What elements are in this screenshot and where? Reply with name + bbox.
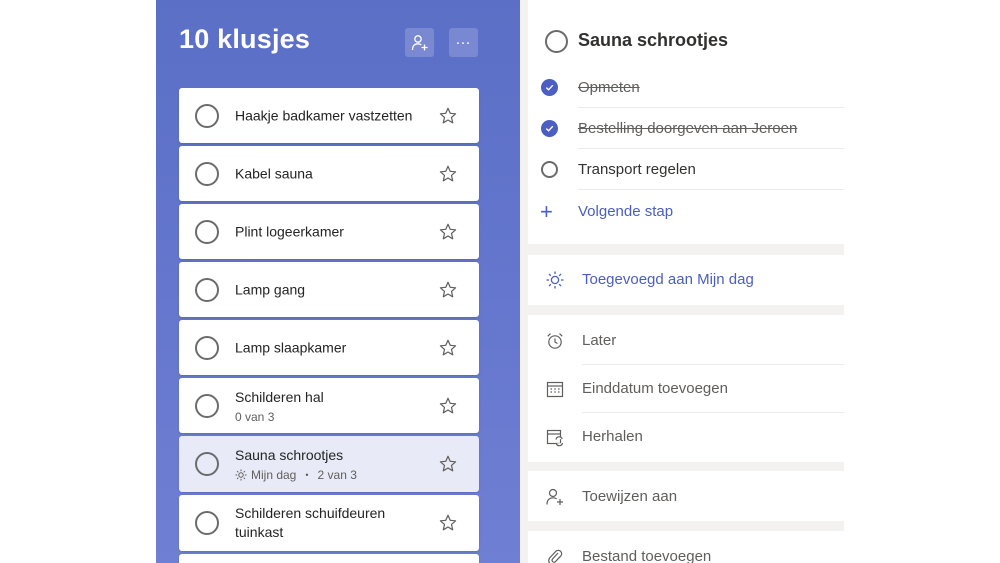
task-complete-checkbox[interactable] xyxy=(195,277,219,302)
list-title: 10 klusjes xyxy=(179,24,311,54)
my-day-section: Toegevoegd aan Mijn dag xyxy=(528,255,844,305)
star-icon[interactable] xyxy=(438,164,458,184)
add-to-my-day-button[interactable]: Toegevoegd aan Mijn dag xyxy=(528,256,844,304)
steps-progress: 2 van 3 xyxy=(317,468,357,482)
step-checkbox[interactable] xyxy=(541,161,558,178)
divider xyxy=(578,189,844,190)
dates-section: Later Einddatum toevoegen Herhalen xyxy=(528,315,844,462)
task-complete-checkbox[interactable] xyxy=(545,30,568,53)
task-complete-checkbox[interactable] xyxy=(195,511,219,535)
repeat-button[interactable]: Herhalen xyxy=(528,413,844,461)
step-checked-checkbox[interactable] xyxy=(541,79,558,96)
task-detail-header: Sauna schrootjes Opmeten Bestelling door… xyxy=(528,0,844,244)
assign-to-button[interactable]: Toewijzen aan xyxy=(528,473,844,521)
task-list-pane: 10 klusjes … Haakje badkamer vastzetten … xyxy=(156,0,520,563)
step-item[interactable]: Opmeten xyxy=(528,67,844,108)
repeat-label: Herhalen xyxy=(582,428,643,445)
list-options-button[interactable]: … xyxy=(449,28,478,57)
sun-icon xyxy=(235,469,247,481)
task-detail-pane: Sauna schrootjes Opmeten Bestelling door… xyxy=(520,0,844,563)
my-day-label: Toegevoegd aan Mijn dag xyxy=(582,271,754,288)
task-step-count: 0 van 3 xyxy=(235,410,435,424)
task-item[interactable]: Lamp gang xyxy=(179,262,479,317)
reminder-label: Later xyxy=(582,332,617,349)
checkmark-icon xyxy=(545,84,554,91)
assign-section: Toewijzen aan xyxy=(528,471,844,521)
step-item[interactable]: Bestelling doorgeven aan Jeroen xyxy=(528,108,844,149)
task-item[interactable]: Schilderen schuifdeuren tuinkast xyxy=(179,495,479,551)
due-date-label: Einddatum toevoegen xyxy=(582,380,728,397)
sun-icon xyxy=(546,271,564,289)
step-label[interactable]: Bestelling doorgeven aan Jeroen xyxy=(578,120,797,137)
alarm-icon xyxy=(547,333,563,349)
star-icon[interactable] xyxy=(438,280,458,300)
step-label[interactable]: Opmeten xyxy=(578,79,640,96)
checkmark-icon xyxy=(545,125,554,132)
task-title: Kabel sauna xyxy=(235,165,313,181)
assign-label: Toewijzen aan xyxy=(582,488,678,505)
task-complete-checkbox[interactable] xyxy=(195,452,219,476)
task-title: Lamp gang xyxy=(235,281,306,297)
task-item-selected[interactable]: Sauna schrootjes Mijn dag • 2 van 3 xyxy=(179,436,479,492)
task-complete-checkbox[interactable] xyxy=(195,335,219,360)
add-file-button[interactable]: Bestand toevoegen xyxy=(528,533,844,563)
star-icon[interactable] xyxy=(438,396,458,416)
repeat-icon xyxy=(546,429,564,447)
task-title: Lamp slaapkamer xyxy=(235,339,347,355)
share-list-button[interactable] xyxy=(405,28,434,57)
step-checked-checkbox[interactable] xyxy=(541,120,558,137)
task-title: Haakje badkamer vastzetten xyxy=(235,107,413,123)
paperclip-icon xyxy=(548,549,563,563)
step-item[interactable]: Transport regelen xyxy=(528,149,844,190)
task-complete-checkbox[interactable] xyxy=(195,161,219,186)
star-icon[interactable] xyxy=(438,222,458,242)
star-icon[interactable] xyxy=(438,454,458,474)
remind-me-button[interactable]: Later xyxy=(528,317,844,365)
task-detail-title[interactable]: Sauna schrootjes xyxy=(578,30,728,51)
task-complete-checkbox[interactable] xyxy=(195,103,219,128)
add-due-date-button[interactable]: Einddatum toevoegen xyxy=(528,365,844,413)
star-icon[interactable] xyxy=(438,338,458,358)
task-title: Schilderen hal xyxy=(235,388,324,405)
task-meta: Mijn dag • 2 van 3 xyxy=(235,468,435,482)
task-item[interactable]: Plint logeerkamer xyxy=(179,204,479,259)
meta-separator: • xyxy=(305,470,309,480)
task-title: Plint logeerkamer xyxy=(235,223,344,239)
plus-icon: + xyxy=(540,199,553,224)
my-day-tag: Mijn dag xyxy=(251,468,297,482)
attach-section: Bestand toevoegen xyxy=(528,531,844,563)
more-icon: … xyxy=(455,30,472,48)
task-complete-checkbox[interactable] xyxy=(195,393,219,418)
person-add-icon xyxy=(411,34,427,50)
add-step-label: Volgende stap xyxy=(578,203,674,220)
attach-label: Bestand toevoegen xyxy=(582,548,712,563)
add-step-button[interactable]: + Volgende stap xyxy=(528,191,844,232)
task-item[interactable]: Schilderen hal 0 van 3 xyxy=(179,378,479,433)
task-item[interactable]: Kabel sauna xyxy=(179,146,479,201)
task-item[interactable]: Haakje badkamer vastzetten xyxy=(179,88,479,143)
task-item[interactable]: Lamp slaapkamer xyxy=(179,320,479,375)
task-complete-checkbox[interactable] xyxy=(195,219,219,244)
star-icon[interactable] xyxy=(438,513,458,533)
task-item[interactable] xyxy=(179,554,479,563)
task-list: Haakje badkamer vastzetten Kabel sauna P… xyxy=(179,88,479,563)
task-title: Schilderen schuifdeuren tuinkast xyxy=(235,505,386,540)
star-icon[interactable] xyxy=(438,106,458,126)
task-title: Sauna schrootjes xyxy=(235,447,344,463)
step-label[interactable]: Transport regelen xyxy=(578,161,696,178)
steps-progress: 0 van 3 xyxy=(235,409,275,424)
calendar-icon xyxy=(546,381,564,398)
person-add-icon xyxy=(546,488,563,505)
